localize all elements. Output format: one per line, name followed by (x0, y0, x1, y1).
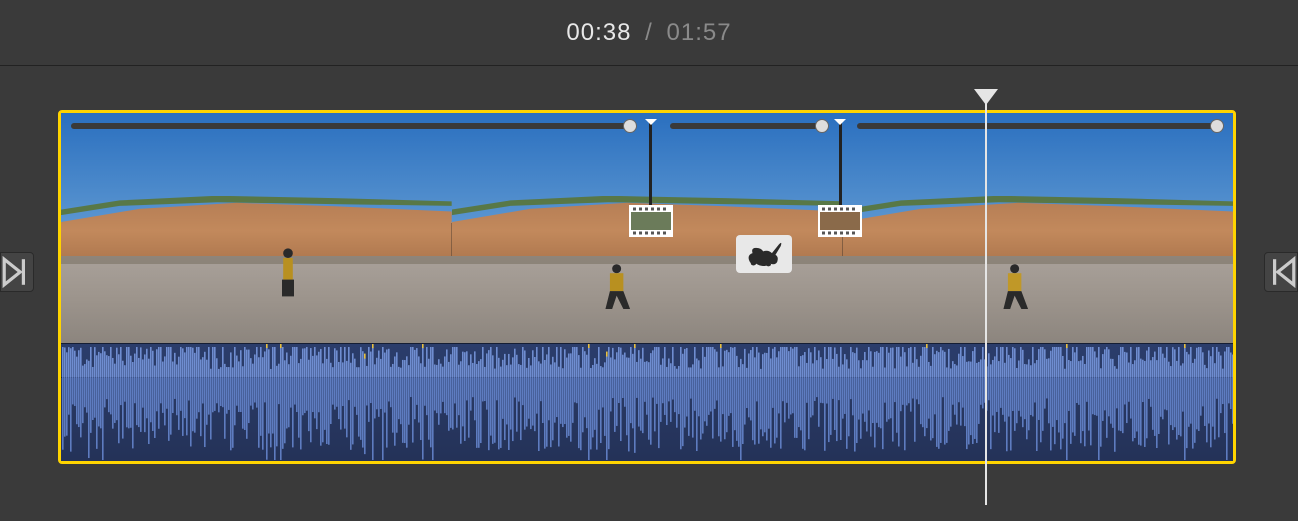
time-separator: / (645, 19, 653, 46)
selected-clip[interactable] (58, 110, 1236, 464)
film-frame-icon (629, 205, 673, 237)
speed-range-marker[interactable] (818, 123, 862, 237)
time-display: 00:38 / 01:57 (566, 19, 731, 47)
speed-segment[interactable] (71, 123, 630, 129)
current-time: 00:38 (566, 19, 631, 46)
speed-segment[interactable] (857, 123, 1218, 129)
playhead[interactable] (985, 89, 987, 505)
speed-segment[interactable] (670, 123, 821, 129)
clip-edge-left-button[interactable] (0, 252, 34, 292)
speed-badge-fast[interactable] (736, 235, 792, 273)
speed-range-marker[interactable] (629, 123, 673, 237)
playhead-triangle-icon (974, 89, 998, 105)
audio-waveform (61, 344, 1233, 462)
timeline-area[interactable] (0, 66, 1298, 521)
clip-edge-right-button[interactable] (1264, 252, 1298, 292)
audio-waveform-row[interactable] (61, 343, 1233, 461)
clip-thumbnail (61, 113, 452, 343)
rabbit-icon (742, 239, 786, 269)
clip-edge-left-icon (1, 256, 33, 288)
video-thumbnail-row[interactable] (61, 113, 1233, 343)
film-frame-icon (818, 205, 862, 237)
time-display-bar: 00:38 / 01:57 (0, 0, 1298, 66)
clip-edge-right-icon (1265, 256, 1297, 288)
speed-handle[interactable] (1210, 119, 1224, 133)
clip-thumbnail (842, 113, 1233, 343)
total-time: 01:57 (667, 19, 732, 46)
